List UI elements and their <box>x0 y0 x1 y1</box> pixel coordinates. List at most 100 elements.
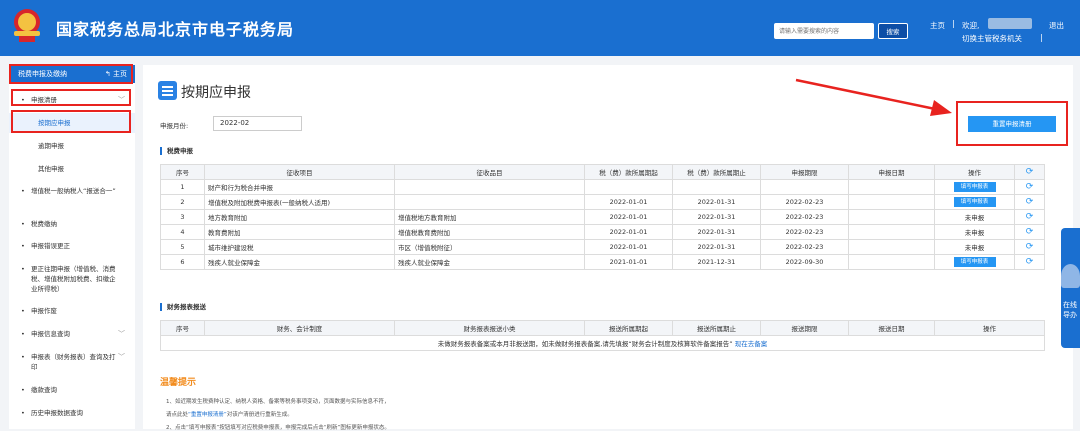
row-refresh-icon[interactable]: ⟳ <box>1014 239 1045 255</box>
cell-subitem <box>394 194 585 210</box>
cell-start: 2022-01-01 <box>584 224 673 240</box>
tax-declaration-table: 序号 征收项目 征收品目 税（费）款所属期起 税（费）款所属期止 申报期限 申报… <box>160 164 1045 270</box>
col-header: 税（费）款所属期止 <box>672 164 761 180</box>
cell-status: 未申报 <box>934 224 1015 240</box>
col-header: 序号 <box>160 320 205 336</box>
tip-line-2: 请点此处“重置申报清册”对该户清册进行重新生成。 <box>166 410 293 418</box>
col-header: 序号 <box>160 164 205 180</box>
tip-text: 请点此处 <box>166 412 189 418</box>
cell-date <box>848 179 935 195</box>
tax-section-title: 税费申报 <box>160 147 193 155</box>
online-guide-label: 在线导办 <box>1063 301 1077 319</box>
fill-form-button[interactable]: 填写申报表 <box>953 182 996 192</box>
cell-subitem: 市区（增值税附征） <box>394 239 585 255</box>
col-header: 报送所属期起 <box>584 320 673 336</box>
fill-form-button[interactable]: 填写申报表 <box>953 257 996 267</box>
cell-end: 2021-12-31 <box>672 254 761 270</box>
cell-subitem: 增值税地方教育附加 <box>394 209 585 225</box>
refresh-icon[interactable]: ⟳ <box>1014 164 1045 180</box>
online-guide-widget[interactable] <box>1061 228 1080 348</box>
cell-no: 2 <box>160 194 205 210</box>
row-refresh-icon[interactable]: ⟳ <box>1014 194 1045 210</box>
cell-status: 未申报 <box>934 239 1015 255</box>
cell-deadline: 2022-02-23 <box>760 194 849 210</box>
table-row: 1 财产和行为税合并申报 填写申报表 ⟳ <box>160 179 1045 195</box>
cell-date <box>848 209 935 225</box>
cell-op: 填写申报表 <box>934 254 1015 270</box>
cell-no: 4 <box>160 224 205 240</box>
row-refresh-icon[interactable]: ⟳ <box>1014 209 1045 225</box>
cell-item: 教育费附加 <box>204 224 395 240</box>
col-header: 财务、会计制度 <box>204 320 395 336</box>
col-header: 操作 <box>934 320 1045 336</box>
row-refresh-icon[interactable]: ⟳ <box>1014 179 1045 195</box>
financial-note-text: 未做财务报表备案或本月非报送期，如未做财务报表备案,请先填报“财务会计制度及核算… <box>437 340 733 348</box>
tax-table-header: 序号 征收项目 征收品目 税（费）款所属期起 税（费）款所属期止 申报期限 申报… <box>160 164 1045 180</box>
table-row: 未做财务报表备案或本月非报送期，如未做财务报表备案,请先填报“财务会计制度及核算… <box>160 335 1045 351</box>
col-header: 申报期限 <box>760 164 849 180</box>
cell-start: 2022-01-01 <box>584 194 673 210</box>
cell-date <box>848 194 935 210</box>
reset-list-link[interactable]: “重置申报清册” <box>188 412 227 418</box>
cell-start: 2022-01-01 <box>584 239 673 255</box>
cell-end: 2022-01-31 <box>672 194 761 210</box>
cell-deadline: 2022-02-23 <box>760 239 849 255</box>
cell-start: 2021-01-01 <box>584 254 673 270</box>
table-row: 6 残疾人就业保障金 残疾人就业保障金 2021-01-01 2021-12-3… <box>160 254 1045 270</box>
col-header: 报送期限 <box>760 320 849 336</box>
table-row: 3 地方教育附加 增值税地方教育附加 2022-01-01 2022-01-31… <box>160 209 1045 225</box>
cell-end: 2022-01-31 <box>672 239 761 255</box>
cell-date <box>848 224 935 240</box>
financial-report-table: 序号 财务、会计制度 财务报表报送小类 报送所属期起 报送所属期止 报送期限 报… <box>160 320 1045 351</box>
cell-date <box>848 254 935 270</box>
cell-subitem <box>394 179 585 195</box>
cell-item: 地方教育附加 <box>204 209 395 225</box>
table-row: 5 城市维护建设税 市区（增值税附征） 2022-01-01 2022-01-3… <box>160 239 1045 255</box>
cell-subitem: 残疾人就业保障金 <box>394 254 585 270</box>
cell-start <box>584 179 673 195</box>
col-header: 征收品目 <box>394 164 585 180</box>
col-header: 财务报表报送小类 <box>394 320 585 336</box>
cell-start: 2022-01-01 <box>584 209 673 225</box>
cell-end <box>672 179 761 195</box>
row-refresh-icon[interactable]: ⟳ <box>1014 224 1045 240</box>
financial-table-header: 序号 财务、会计制度 财务报表报送小类 报送所属期起 报送所属期止 报送期限 报… <box>160 320 1045 336</box>
cell-item: 城市维护建设税 <box>204 239 395 255</box>
col-header: 操作 <box>934 164 1015 180</box>
cell-end: 2022-01-31 <box>672 224 761 240</box>
col-header: 征收项目 <box>204 164 395 180</box>
cell-deadline: 2022-09-30 <box>760 254 849 270</box>
register-now-link[interactable]: 现在去备案 <box>735 340 768 348</box>
cell-op: 填写申报表 <box>934 179 1015 195</box>
assistant-avatar-icon <box>1061 264 1080 288</box>
col-header: 报送所属期止 <box>672 320 761 336</box>
cell-end: 2022-01-31 <box>672 209 761 225</box>
fill-form-button[interactable]: 填写申报表 <box>953 197 996 207</box>
cell-op: 填写申报表 <box>934 194 1015 210</box>
cell-date <box>848 239 935 255</box>
financial-section-title: 财务报表报送 <box>160 303 206 311</box>
table-row: 2 增值税及附加税费申报表(一般纳税人适用) 2022-01-01 2022-0… <box>160 194 1045 210</box>
tips-title: 温馨提示 <box>160 378 197 388</box>
cell-no: 5 <box>160 239 205 255</box>
cell-deadline: 2022-02-23 <box>760 224 849 240</box>
col-header: 申报日期 <box>848 164 935 180</box>
cell-status: 未申报 <box>934 209 1015 225</box>
cell-subitem: 增值税教育费附加 <box>394 224 585 240</box>
cell-item: 增值税及附加税费申报表(一般纳税人适用) <box>204 194 395 210</box>
tip-line-1: 1、如近期发生税费种认定、纳税人资格、备案等税务事项变动，页面数据与实际信息不符… <box>166 399 390 405</box>
table-row: 4 教育费附加 增值税教育费附加 2022-01-01 2022-01-31 2… <box>160 224 1045 240</box>
cell-deadline <box>760 179 849 195</box>
col-header: 报送日期 <box>848 320 935 336</box>
cell-deadline: 2022-02-23 <box>760 209 849 225</box>
tip-text: 对该户清册进行重新生成。 <box>226 412 293 418</box>
financial-note: 未做财务报表备案或本月非报送期，如未做财务报表备案,请先填报“财务会计制度及核算… <box>160 335 1045 351</box>
cell-item: 财产和行为税合并申报 <box>204 179 395 195</box>
row-refresh-icon[interactable]: ⟳ <box>1014 254 1045 270</box>
cell-item: 残疾人就业保障金 <box>204 254 395 270</box>
col-header: 税（费）款所属期起 <box>584 164 673 180</box>
cell-no: 1 <box>160 179 205 195</box>
cell-no: 3 <box>160 209 205 225</box>
cell-no: 6 <box>160 254 205 270</box>
tip-line-3: 2、点击“填写申报表”按钮填写对应税费申报表，申报完成后点击“刷新”图标更新申报… <box>166 425 390 431</box>
